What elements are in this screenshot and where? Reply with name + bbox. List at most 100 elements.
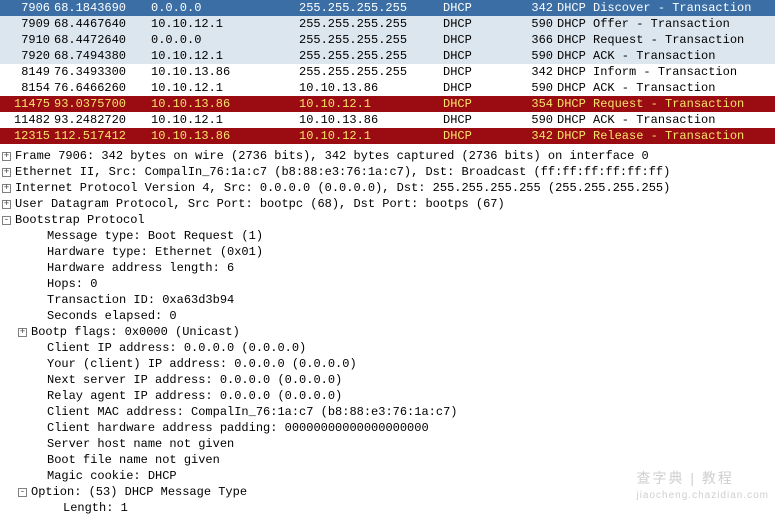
packet-time: 93.0375700 <box>54 96 151 112</box>
detail-text: Message type: Boot Request (1) <box>47 228 263 244</box>
expand-icon[interactable]: + <box>2 168 11 177</box>
detail-line[interactable]: + Ethernet II, Src: CompalIn_76:1a:c7 (b8… <box>2 164 775 180</box>
packet-info: DHCP Release - Transaction <box>557 128 775 144</box>
detail-text: Length: 1 <box>63 500 128 516</box>
detail-line[interactable]: Transaction ID: 0xa63d3b94 <box>2 292 775 308</box>
detail-line[interactable]: + Internet Protocol Version 4, Src: 0.0.0… <box>2 180 775 196</box>
detail-line[interactable]: Next server IP address: 0.0.0.0 (0.0.0.0… <box>2 372 775 388</box>
packet-no: 7909 <box>0 16 54 32</box>
packet-row[interactable]: 791068.44726400.0.0.0255.255.255.255DHCP… <box>0 32 775 48</box>
packet-row[interactable]: 1147593.037570010.10.13.8610.10.12.1DHCP… <box>0 96 775 112</box>
detail-line[interactable]: Magic cookie: DHCP <box>2 468 775 484</box>
detail-text: Your (client) IP address: 0.0.0.0 (0.0.0… <box>47 356 357 372</box>
detail-line[interactable]: Relay agent IP address: 0.0.0.0 (0.0.0.0… <box>2 388 775 404</box>
detail-line[interactable]: Client IP address: 0.0.0.0 (0.0.0.0) <box>2 340 775 356</box>
packet-source: 10.10.12.1 <box>151 112 299 128</box>
packet-source: 10.10.12.1 <box>151 16 299 32</box>
detail-line[interactable]: Hardware type: Ethernet (0x01) <box>2 244 775 260</box>
packet-no: 7920 <box>0 48 54 64</box>
detail-line[interactable]: Client MAC address: CompalIn_76:1a:c7 (b… <box>2 404 775 420</box>
detail-line[interactable]: Seconds elapsed: 0 <box>2 308 775 324</box>
packet-destination: 255.255.255.255 <box>299 32 443 48</box>
detail-text: Client MAC address: CompalIn_76:1a:c7 (b… <box>47 404 457 420</box>
packet-info: DHCP Request - Transaction <box>557 96 775 112</box>
detail-text: Server host name not given <box>47 436 234 452</box>
packet-protocol: DHCP <box>443 16 523 32</box>
detail-text: Client hardware address padding: 0000000… <box>47 420 429 436</box>
packet-protocol: DHCP <box>443 112 523 128</box>
detail-text: Bootstrap Protocol <box>15 212 145 228</box>
collapse-icon[interactable]: - <box>2 216 11 225</box>
packet-protocol: DHCP <box>443 32 523 48</box>
packet-protocol: DHCP <box>443 96 523 112</box>
expand-icon[interactable]: + <box>18 328 27 337</box>
packet-protocol: DHCP <box>443 48 523 64</box>
expand-icon[interactable]: + <box>2 184 11 193</box>
detail-line[interactable]: Boot file name not given <box>2 452 775 468</box>
packet-protocol: DHCP <box>443 64 523 80</box>
packet-row[interactable]: 815476.646626010.10.12.110.10.13.86DHCP5… <box>0 80 775 96</box>
detail-line[interactable]: + Bootp flags: 0x0000 (Unicast) <box>2 324 775 340</box>
detail-line[interactable]: Hops: 0 <box>2 276 775 292</box>
packet-row[interactable]: 1148293.248272010.10.12.110.10.13.86DHCP… <box>0 112 775 128</box>
detail-line[interactable]: Client hardware address padding: 0000000… <box>2 420 775 436</box>
packet-info: DHCP ACK - Transaction <box>557 80 775 96</box>
packet-length: 590 <box>523 16 557 32</box>
detail-text: Ethernet II, Src: CompalIn_76:1a:c7 (b8:… <box>15 164 670 180</box>
detail-line[interactable]: + Frame 7906: 342 bytes on wire (2736 bit… <box>2 148 775 164</box>
detail-line[interactable]: Length: 1 <box>2 500 775 516</box>
packet-time: 93.2482720 <box>54 112 151 128</box>
packet-length: 590 <box>523 80 557 96</box>
detail-line[interactable]: +User Datagram Protocol, Src Port: bootp… <box>2 196 775 212</box>
packet-destination: 10.10.12.1 <box>299 96 443 112</box>
packet-time: 112.517412 <box>54 128 151 144</box>
packet-protocol: DHCP <box>443 80 523 96</box>
detail-text: Relay agent IP address: 0.0.0.0 (0.0.0.0… <box>47 388 342 404</box>
packet-source: 10.10.13.86 <box>151 64 299 80</box>
packet-info: DHCP Discover - Transaction <box>557 0 775 16</box>
packet-destination: 255.255.255.255 <box>299 64 443 80</box>
expand-icon[interactable]: + <box>2 200 11 209</box>
packet-row[interactable]: 792068.749438010.10.12.1255.255.255.255D… <box>0 48 775 64</box>
packet-row[interactable]: 814976.349330010.10.13.86255.255.255.255… <box>0 64 775 80</box>
packet-list[interactable]: 790668.18436900.0.0.0255.255.255.255DHCP… <box>0 0 775 144</box>
packet-length: 342 <box>523 64 557 80</box>
detail-text: Magic cookie: DHCP <box>47 468 177 484</box>
packet-length: 354 <box>523 96 557 112</box>
packet-source: 0.0.0.0 <box>151 32 299 48</box>
packet-source: 10.10.12.1 <box>151 80 299 96</box>
detail-text: Bootp flags: 0x0000 (Unicast) <box>31 324 240 340</box>
packet-no: 8154 <box>0 80 54 96</box>
packet-info: DHCP Offer - Transaction <box>557 16 775 32</box>
packet-time: 68.7494380 <box>54 48 151 64</box>
detail-text: Client IP address: 0.0.0.0 (0.0.0.0) <box>47 340 306 356</box>
packet-source: 10.10.13.86 <box>151 128 299 144</box>
detail-line[interactable]: Server host name not given <box>2 436 775 452</box>
detail-line[interactable]: Your (client) IP address: 0.0.0.0 (0.0.0… <box>2 356 775 372</box>
packet-destination: 255.255.255.255 <box>299 48 443 64</box>
detail-text: Option: (53) DHCP Message Type <box>31 484 247 500</box>
packet-time: 68.4467640 <box>54 16 151 32</box>
packet-details[interactable]: + Frame 7906: 342 bytes on wire (2736 bit… <box>0 148 775 516</box>
detail-text: Frame 7906: 342 bytes on wire (2736 bits… <box>15 148 649 164</box>
packet-no: 11475 <box>0 96 54 112</box>
packet-length: 590 <box>523 48 557 64</box>
packet-row[interactable]: 790668.18436900.0.0.0255.255.255.255DHCP… <box>0 0 775 16</box>
detail-line[interactable]: Hardware address length: 6 <box>2 260 775 276</box>
packet-row[interactable]: 790968.446764010.10.12.1255.255.255.255D… <box>0 16 775 32</box>
packet-length: 342 <box>523 128 557 144</box>
packet-length: 590 <box>523 112 557 128</box>
detail-text: Transaction ID: 0xa63d3b94 <box>47 292 234 308</box>
packet-destination: 10.10.13.86 <box>299 112 443 128</box>
detail-text: Hardware address length: 6 <box>47 260 234 276</box>
detail-text: Boot file name not given <box>47 452 220 468</box>
collapse-icon[interactable]: - <box>18 488 27 497</box>
detail-line[interactable]: Message type: Boot Request (1) <box>2 228 775 244</box>
detail-text: Internet Protocol Version 4, Src: 0.0.0.… <box>15 180 670 196</box>
packet-row[interactable]: 12315112.51741210.10.13.8610.10.12.1DHCP… <box>0 128 775 144</box>
expand-icon[interactable]: + <box>2 152 11 161</box>
packet-length: 366 <box>523 32 557 48</box>
detail-line[interactable]: -Bootstrap Protocol <box>2 212 775 228</box>
detail-line[interactable]: -Option: (53) DHCP Message Type <box>2 484 775 500</box>
packet-time: 76.6466260 <box>54 80 151 96</box>
